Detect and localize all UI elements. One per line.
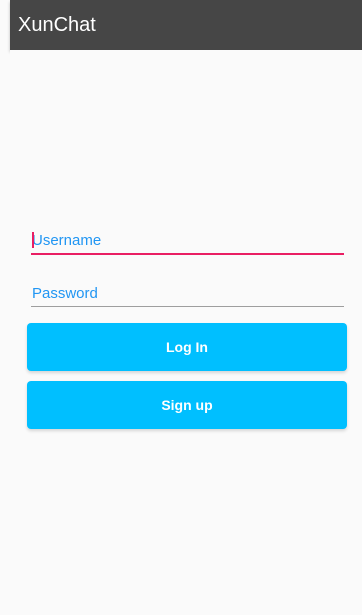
- app-bar: XunChat: [10, 0, 362, 50]
- username-field-container: [31, 228, 345, 256]
- username-input[interactable]: [31, 228, 345, 252]
- login-button[interactable]: Log In: [27, 323, 347, 371]
- signup-button[interactable]: Sign up: [27, 381, 347, 429]
- password-field-container: [31, 281, 345, 309]
- login-content: Log In Sign up: [10, 50, 362, 615]
- app-screen: XunChat Log In Sign up: [0, 0, 362, 615]
- password-underline: [31, 306, 344, 307]
- text-cursor: [32, 232, 34, 248]
- username-underline: [31, 253, 344, 255]
- password-input[interactable]: [31, 281, 345, 305]
- app-title: XunChat: [18, 14, 96, 36]
